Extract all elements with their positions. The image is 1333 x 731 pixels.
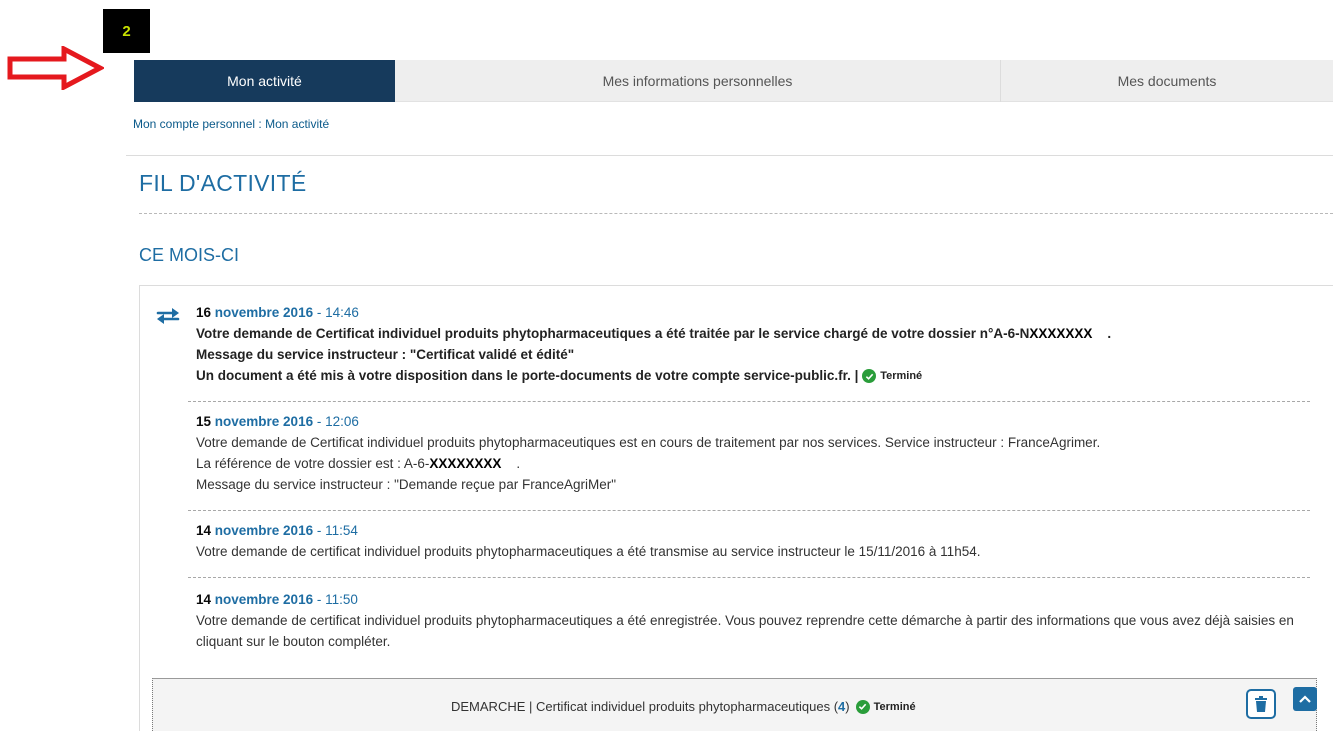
entry-date: 16 novembre 2016 - 14:46 [196, 302, 1316, 323]
entry-month-year: novembre 2016 [211, 305, 314, 320]
activity-entry: 14 novembre 2016 - 11:54 Votre demande d… [196, 520, 1316, 562]
entry-time: - 11:50 [313, 592, 358, 607]
swap-arrows-icon [156, 308, 180, 324]
divider [126, 155, 1333, 156]
entry-month-year: novembre 2016 [211, 523, 314, 538]
entry-day: 14 [196, 592, 212, 607]
entry-separator [188, 577, 1310, 578]
entry-text-suffix: . [501, 456, 521, 471]
trash-icon [1255, 696, 1267, 712]
activity-entry: 14 novembre 2016 - 11:50 Votre demande d… [196, 589, 1296, 652]
dossier-reference: XXXXXXX [1029, 326, 1093, 341]
entry-time: - 12:06 [313, 414, 359, 429]
breadcrumb-separator: : [255, 117, 266, 131]
entry-text: Votre demande de Certificat individuel p… [196, 326, 1030, 341]
annotation-marker: 2 [103, 9, 150, 53]
demarche-label: DEMARCHE | Certificat individuel produit… [451, 699, 839, 714]
status-badge: Terminé [862, 366, 922, 387]
divider-dotted [139, 213, 1333, 214]
status-badge: Terminé [855, 699, 916, 714]
entry-line: Un document a été mis à votre dispositio… [196, 365, 1316, 387]
entry-text: La référence de votre dossier est : A-6- [196, 456, 430, 471]
annotation-marker-label: 2 [122, 22, 131, 40]
entry-time: - 14:46 [313, 305, 359, 320]
entry-month-year: novembre 2016 [211, 592, 314, 607]
entry-time: - 11:54 [313, 523, 358, 538]
tab-mes-documents[interactable]: Mes documents [1001, 60, 1333, 102]
entry-day: 14 [196, 523, 212, 538]
breadcrumb-current: Mon activité [265, 117, 330, 131]
entry-date: 14 novembre 2016 - 11:50 [196, 589, 1296, 610]
entry-line: Votre demande de Certificat individuel p… [196, 323, 1316, 344]
entry-day: 16 [196, 305, 212, 320]
entry-separator [188, 401, 1310, 402]
demarche-label-suffix: ) [845, 699, 850, 714]
entry-text: Un document a été mis à votre dispositio… [196, 368, 863, 383]
red-arrow-icon [7, 46, 104, 90]
activity-entry: 15 novembre 2016 - 12:06 Votre demande d… [196, 411, 1316, 495]
entry-line: Votre demande de certificat individuel p… [196, 544, 981, 559]
section-title: CE MOIS-CI [139, 245, 240, 265]
entry-day: 15 [196, 414, 212, 429]
status-label: Terminé [873, 700, 916, 713]
entry-line: Votre demande de certificat individuel p… [196, 613, 1294, 649]
chevron-up-icon [1299, 695, 1311, 703]
entry-line: Message du service instructeur : "Demand… [196, 477, 617, 492]
tab-bar: Mon activité Mes informations personnell… [134, 60, 1333, 102]
entry-line: La référence de votre dossier est : A-6-… [196, 453, 1316, 474]
collapse-button[interactable] [1293, 687, 1317, 711]
tab-mon-activite[interactable]: Mon activité [134, 60, 395, 102]
entry-text-suffix: . [1092, 326, 1112, 341]
dossier-reference: XXXXXXXX [429, 456, 502, 471]
activity-entry: 16 novembre 2016 - 14:46 Votre demande d… [196, 302, 1316, 387]
tab-mes-informations-personnelles[interactable]: Mes informations personnelles [395, 60, 1001, 102]
breadcrumb: Mon compte personnel : Mon activité [133, 117, 329, 131]
entry-date: 15 novembre 2016 - 12:06 [196, 411, 1316, 432]
check-circle-icon [862, 369, 877, 384]
page-title: FIL D'ACTIVITÉ [139, 170, 307, 196]
demarche-footer-bar: DEMARCHE | Certificat individuel produit… [152, 678, 1317, 731]
check-circle-icon [855, 699, 870, 714]
entry-separator [188, 510, 1310, 511]
entry-month-year: novembre 2016 [211, 414, 314, 429]
demarche-summary: DEMARCHE | Certificat individuel produit… [451, 699, 916, 714]
entry-date: 14 novembre 2016 - 11:54 [196, 520, 1316, 541]
entry-line: Message du service instructeur : "Certif… [196, 347, 575, 362]
delete-button[interactable] [1246, 689, 1276, 719]
breadcrumb-root-link[interactable]: Mon compte personnel [133, 117, 255, 131]
status-label: Terminé [880, 369, 923, 382]
entry-line: Votre demande de Certificat individuel p… [196, 435, 1101, 450]
